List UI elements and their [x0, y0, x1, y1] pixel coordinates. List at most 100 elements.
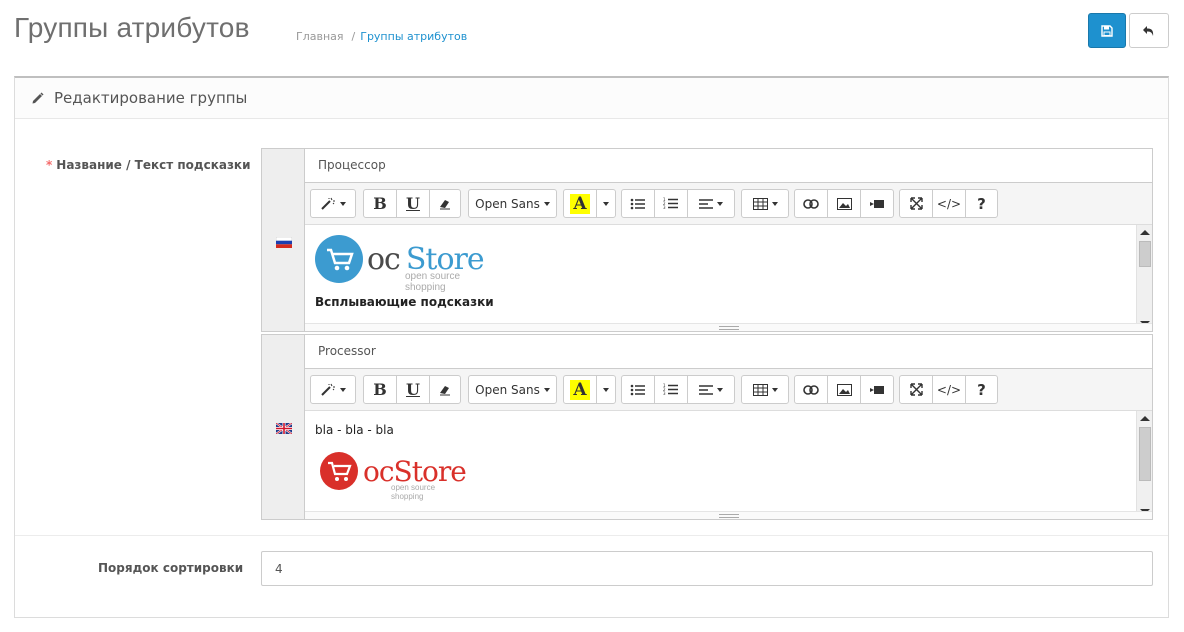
- logo-text-oc: oc: [367, 241, 401, 277]
- scrollbar-thumb[interactable]: [1139, 427, 1151, 481]
- highlight-dropdown[interactable]: [596, 375, 616, 404]
- video-button[interactable]: [860, 189, 894, 218]
- name-label: * Название / Текст подсказки: [46, 158, 250, 172]
- highlight-letter: A: [570, 193, 590, 214]
- reply-icon: [1143, 25, 1154, 36]
- chevron-down-icon: [771, 201, 778, 206]
- font-family-dropdown[interactable]: Open Sans: [468, 189, 557, 218]
- ocstore-logo: ocStore open source shopping: [319, 451, 467, 501]
- list-icon: [630, 198, 645, 209]
- editor-toolbar: B U Open Sans A 123 </> ?: [305, 183, 1152, 225]
- expand-icon: [909, 383, 923, 396]
- required-marker: *: [46, 158, 53, 172]
- underline-button[interactable]: U: [396, 189, 430, 218]
- page-title: Группы атрибутов: [14, 12, 250, 43]
- rich-text-editor-en[interactable]: bla - bla - bla ocStore open source shop…: [305, 411, 1152, 519]
- ocstore-logo: ocStore open source shopping: [315, 235, 485, 293]
- eraser-icon: [440, 385, 450, 395]
- name-input-en[interactable]: Processor: [305, 335, 1152, 369]
- ordered-list-icon: 123: [663, 197, 678, 210]
- code-view-button[interactable]: </>: [932, 189, 966, 218]
- magic-wand-icon: [321, 197, 335, 210]
- table-dropdown[interactable]: [741, 375, 789, 404]
- help-button[interactable]: ?: [965, 189, 998, 218]
- save-icon: [1101, 24, 1113, 37]
- ordered-list-icon: 123: [663, 383, 678, 396]
- list-icon: [630, 384, 645, 395]
- back-button[interactable]: [1129, 13, 1169, 48]
- magic-wand-icon: [321, 383, 335, 396]
- chevron-down-icon: [717, 387, 723, 392]
- chevron-down-icon: [340, 387, 346, 392]
- image-button[interactable]: [827, 189, 861, 218]
- scrollbar[interactable]: [1136, 411, 1152, 519]
- image-icon: [836, 383, 852, 396]
- link-button[interactable]: [794, 375, 828, 404]
- svg-text:3: 3: [663, 205, 666, 210]
- sort-order-input[interactable]: 4: [261, 551, 1153, 586]
- align-left-icon: [699, 198, 713, 209]
- panel-heading: Редактирование группы: [15, 78, 1168, 119]
- shopping-cart-logo-icon: [320, 452, 358, 490]
- expand-icon: [909, 197, 923, 210]
- chevron-down-icon: [603, 201, 609, 206]
- font-family-dropdown[interactable]: Open Sans: [468, 375, 557, 404]
- align-left-icon: [699, 384, 713, 395]
- fullscreen-button[interactable]: [899, 189, 933, 218]
- eraser-button[interactable]: [429, 189, 461, 218]
- paragraph-align-dropdown[interactable]: [687, 375, 735, 404]
- russia-flag-icon: [276, 237, 292, 248]
- logo-subtitle: open source shopping: [391, 483, 436, 501]
- breadcrumb-home[interactable]: Главная: [296, 30, 344, 43]
- unordered-list-button[interactable]: [621, 375, 655, 404]
- paragraph-align-dropdown[interactable]: [687, 189, 735, 218]
- shopping-cart-logo-icon: [315, 235, 363, 283]
- highlight-button[interactable]: A: [563, 189, 597, 218]
- highlight-dropdown[interactable]: [596, 189, 616, 218]
- help-button[interactable]: ?: [965, 375, 998, 404]
- name-input-ru[interactable]: Процессор: [305, 149, 1152, 183]
- underline-button[interactable]: U: [396, 375, 430, 404]
- link-icon: [803, 198, 819, 209]
- style-button[interactable]: [310, 375, 356, 404]
- font-family-label: Open Sans: [475, 196, 540, 211]
- eraser-icon: [440, 199, 450, 209]
- chevron-down-icon: [543, 201, 550, 206]
- flag-column: [262, 335, 305, 519]
- bold-button[interactable]: B: [363, 375, 397, 404]
- rich-text-editor-ru[interactable]: oc Store open source shopping Всплывающие…: [305, 225, 1152, 331]
- ordered-list-button[interactable]: 123: [654, 189, 688, 218]
- link-button[interactable]: [794, 189, 828, 218]
- video-icon: [869, 385, 884, 394]
- scrollbar-thumb[interactable]: [1139, 241, 1151, 267]
- uk-flag-icon: [276, 423, 292, 434]
- editor-heading: Всплывающие подсказки: [315, 295, 494, 309]
- code-view-button[interactable]: </>: [932, 375, 966, 404]
- language-block-ru: Процессор B U Open Sans A 123 </> ? oc St…: [261, 148, 1153, 332]
- video-button[interactable]: [860, 375, 894, 404]
- form-divider: [15, 535, 1168, 536]
- unordered-list-button[interactable]: [621, 189, 655, 218]
- highlight-button[interactable]: A: [563, 375, 597, 404]
- svg-text:3: 3: [663, 391, 666, 396]
- eraser-button[interactable]: [429, 375, 461, 404]
- image-button[interactable]: [827, 375, 861, 404]
- scrollbar[interactable]: [1136, 225, 1152, 331]
- breadcrumb: Главная / Группы атрибутов: [296, 30, 467, 43]
- editor-resize-handle[interactable]: [305, 511, 1152, 519]
- scroll-up-icon[interactable]: [1140, 230, 1150, 235]
- font-family-label: Open Sans: [475, 382, 540, 397]
- save-button[interactable]: [1088, 13, 1126, 48]
- table-dropdown[interactable]: [741, 189, 789, 218]
- ordered-list-button[interactable]: 123: [654, 375, 688, 404]
- breadcrumb-separator: /: [351, 30, 356, 43]
- editor-resize-handle[interactable]: [305, 323, 1152, 331]
- scroll-up-icon[interactable]: [1140, 416, 1150, 421]
- style-button[interactable]: [310, 189, 356, 218]
- resize-grip-icon: [718, 325, 739, 330]
- chevron-down-icon: [717, 201, 723, 206]
- breadcrumb-current[interactable]: Группы атрибутов: [360, 30, 467, 43]
- bold-button[interactable]: B: [363, 189, 397, 218]
- table-icon: [752, 383, 768, 396]
- fullscreen-button[interactable]: [899, 375, 933, 404]
